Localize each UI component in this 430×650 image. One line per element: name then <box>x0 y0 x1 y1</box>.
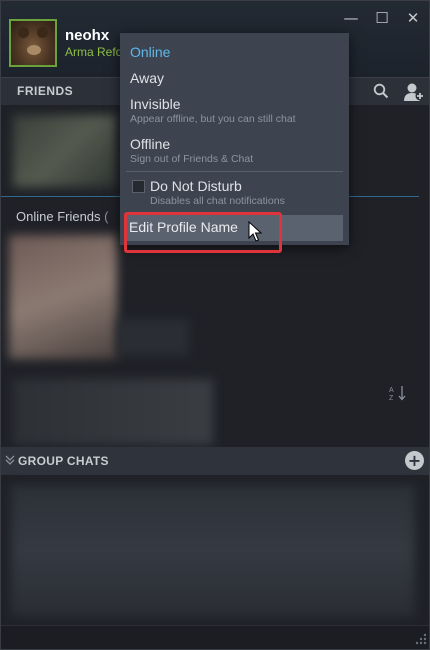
status-game: Arma Refo <box>65 45 123 59</box>
minimize-button[interactable]: — <box>339 7 363 29</box>
blurred-friend-avatar <box>9 235 117 359</box>
menu-item-label: Invisible <box>130 96 181 112</box>
avatar-snout <box>27 45 41 55</box>
online-friends-count: ( <box>104 209 109 224</box>
username[interactable]: neohx <box>65 27 109 44</box>
menu-separator <box>126 171 343 172</box>
dnd-checkbox[interactable] <box>132 180 145 193</box>
menu-item-desc: Sign out of Friends & Chat <box>130 153 254 165</box>
avatar-ear <box>18 27 29 38</box>
menu-item-label: Away <box>130 70 164 86</box>
svg-text:A: A <box>389 387 394 394</box>
chevron-down-icon[interactable] <box>5 454 15 466</box>
group-chats-bar[interactable]: GROUP CHATS + <box>1 447 429 475</box>
blurred-friend-row <box>117 319 189 355</box>
mouse-cursor-icon <box>248 221 262 242</box>
add-group-chat-icon[interactable]: + <box>405 451 424 470</box>
close-button[interactable]: ✕ <box>401 7 425 29</box>
menu-item-desc: Disables all chat notifications <box>150 195 285 207</box>
menu-item-desc: Appear offline, but you can still chat <box>130 113 296 125</box>
group-chats-title: GROUP CHATS <box>18 454 109 468</box>
menu-item-invisible[interactable]: Invisible Appear offline, but you can st… <box>120 93 349 131</box>
search-icon[interactable] <box>373 83 389 99</box>
bottom-bar <box>1 625 429 649</box>
menu-item-online[interactable]: Online <box>120 33 349 63</box>
add-friend-icon[interactable] <box>403 82 425 102</box>
blurred-offline-friend <box>13 379 213 445</box>
avatar-ear <box>37 27 48 38</box>
avatar[interactable] <box>9 19 57 67</box>
sort-icon[interactable]: A Z <box>389 385 407 402</box>
maximize-button[interactable]: ☐ <box>370 7 394 29</box>
blurred-group-chats <box>11 485 415 617</box>
menu-item-offline[interactable]: Offline Sign out of Friends & Chat <box>120 133 349 171</box>
menu-item-do-not-disturb[interactable]: Do Not Disturb Disables all chat notific… <box>120 174 349 212</box>
steam-friends-window: neohx Arma Refo — ☐ ✕ FRIENDS Online Fri… <box>0 0 430 650</box>
menu-item-label: Do Not Disturb <box>150 178 242 194</box>
friends-title: FRIENDS <box>17 84 74 98</box>
online-friends-label[interactable]: Online Friends ( <box>16 209 109 224</box>
online-friends-text: Online Friends <box>16 209 101 224</box>
menu-item-label: Offline <box>130 136 171 152</box>
blurred-friend-card <box>13 115 117 187</box>
svg-text:Z: Z <box>389 395 394 401</box>
menu-item-away[interactable]: Away <box>120 63 349 93</box>
resize-grip-icon[interactable] <box>413 633 427 647</box>
menu-item-label: Online <box>130 44 171 60</box>
